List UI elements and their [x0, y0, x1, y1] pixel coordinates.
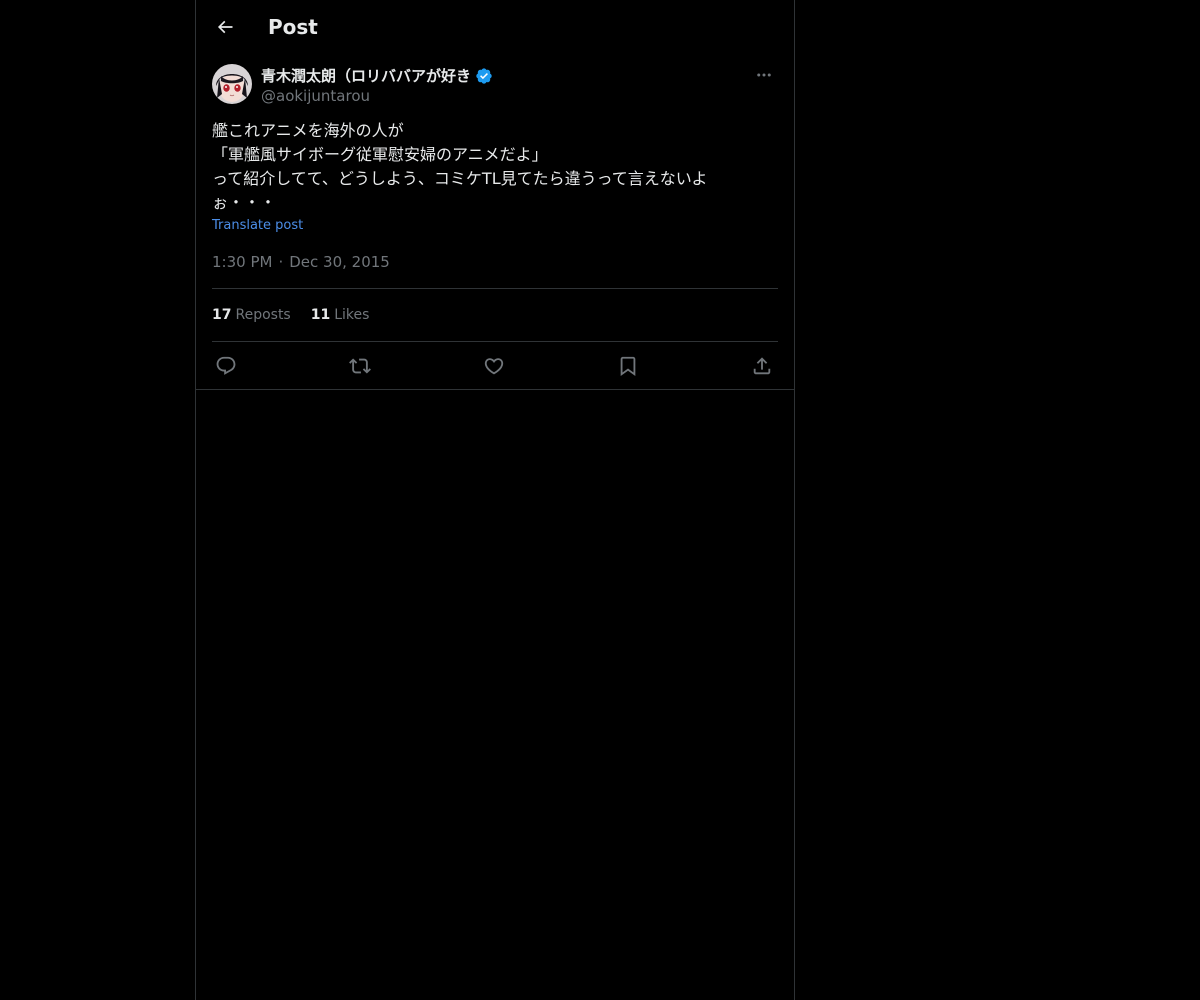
repost-icon [349, 358, 371, 374]
verified-badge-icon [475, 67, 493, 85]
reply-button[interactable] [212, 352, 240, 380]
heart-icon [484, 358, 504, 375]
avatar[interactable] [212, 64, 252, 104]
avatar-image [212, 64, 252, 104]
arrow-left-icon [217, 20, 233, 34]
post-column: Post 青木潤太朗（ロリババアが好き @aokijuntarou 艦これアニメ… [195, 0, 795, 1000]
post-time[interactable]: 1:30 PM [212, 252, 272, 272]
back-button[interactable] [208, 10, 242, 44]
reposts-label: Reposts [235, 307, 291, 323]
author-name-line: 青木潤太朗（ロリババアが好き [261, 65, 493, 87]
translate-post-link[interactable]: Translate post [212, 217, 303, 235]
likes-label: Likes [334, 307, 370, 323]
post-text: 艦これアニメを海外の人が 「軍艦風サイボーグ従軍慰安婦のアニメだよ」 って紹介し… [212, 121, 708, 212]
bookmark-button[interactable] [614, 352, 642, 380]
reposts-stat[interactable]: 17 Reposts [212, 305, 291, 325]
repost-button[interactable] [346, 352, 374, 380]
author-name[interactable]: 青木潤太朗（ロリババアが好き [261, 66, 471, 86]
meta-separator: · [278, 253, 284, 271]
reply-icon [216, 356, 236, 375]
author-row: 青木潤太朗（ロリババアが好き @aokijuntarou [212, 64, 778, 108]
divider [212, 341, 778, 342]
post-meta: 1:30 PM · Dec 30, 2015 [212, 252, 390, 272]
likes-count: 11 [310, 307, 331, 323]
divider [212, 288, 778, 289]
bookmark-icon [620, 356, 636, 377]
page-title: Post [268, 15, 318, 39]
share-button[interactable] [748, 352, 776, 380]
reposts-count: 17 [212, 307, 232, 323]
more-options-button[interactable] [750, 64, 778, 86]
divider [196, 389, 794, 390]
likes-stat[interactable]: 11 Likes [311, 305, 370, 325]
header: Post [196, 0, 794, 54]
share-icon [753, 357, 771, 375]
stats-row: 17 Reposts 11 Likes [212, 305, 369, 325]
post-date[interactable]: Dec 30, 2015 [289, 252, 390, 272]
like-button[interactable] [480, 352, 508, 380]
author-handle[interactable]: @aokijuntarou [261, 86, 370, 106]
actions-row [212, 352, 778, 380]
more-dots-icon [757, 73, 771, 77]
